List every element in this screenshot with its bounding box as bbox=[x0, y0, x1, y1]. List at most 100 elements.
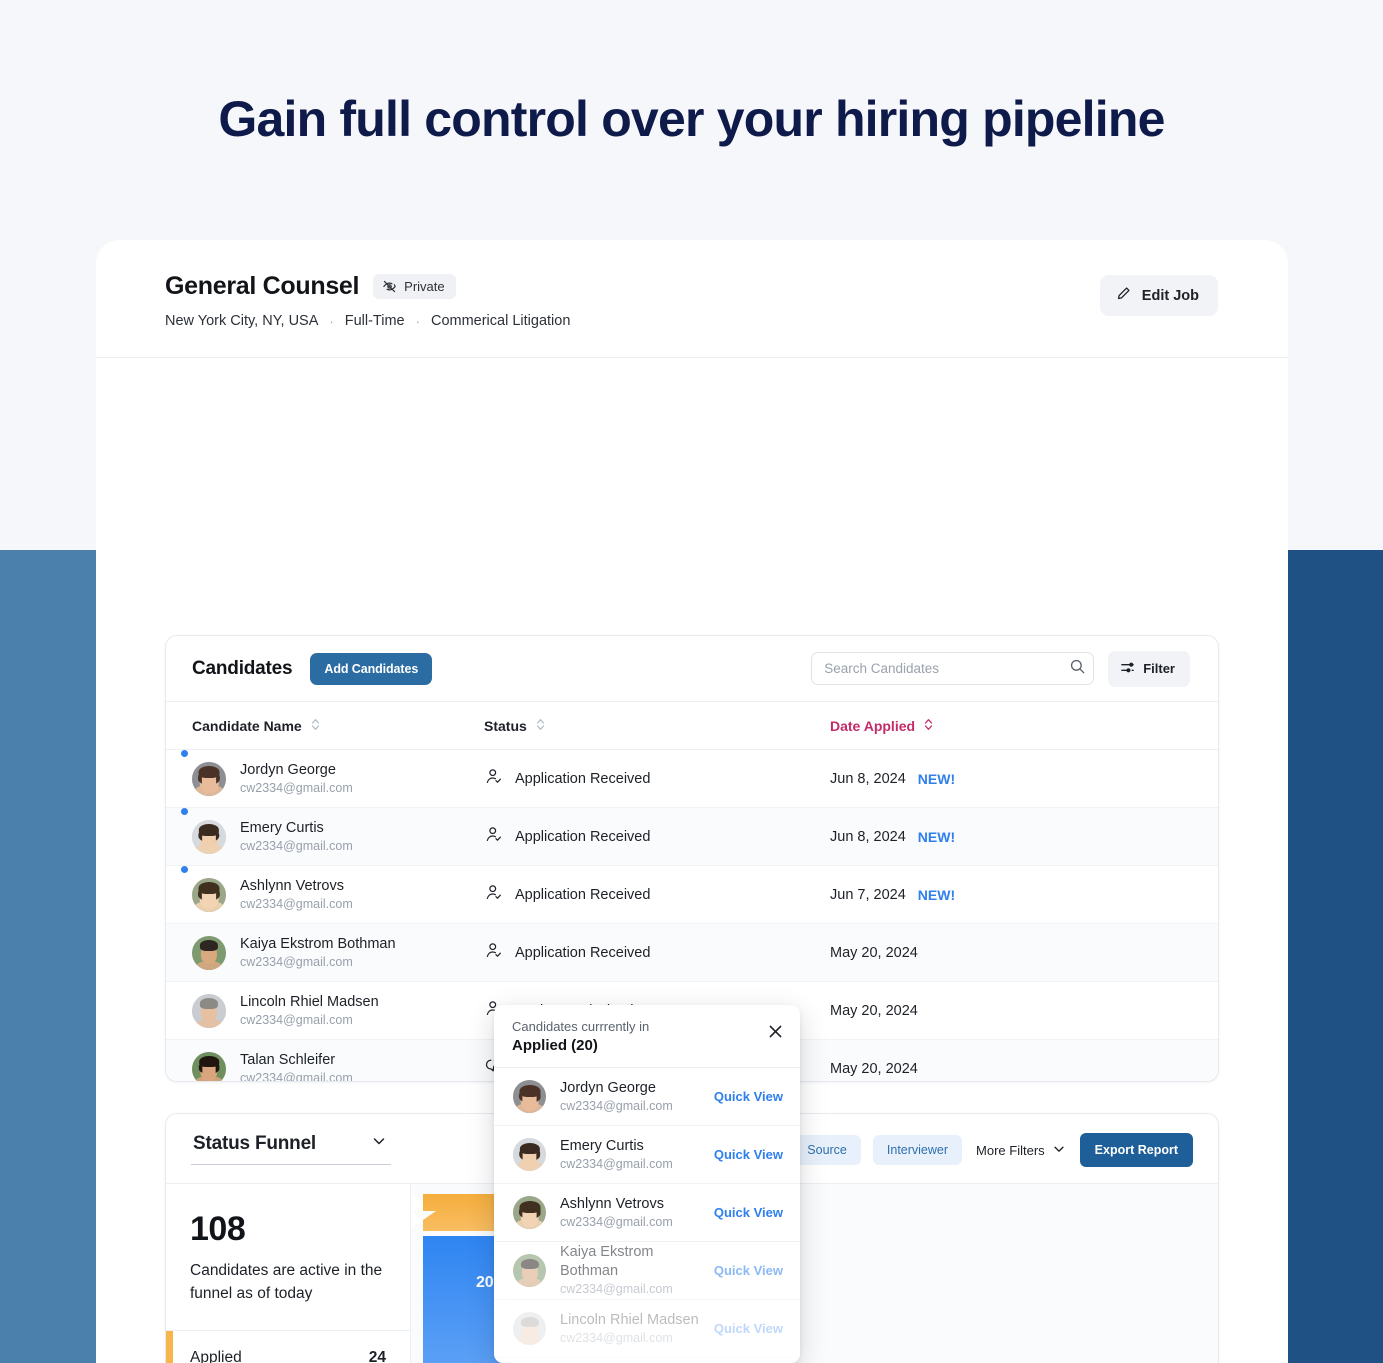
cell-candidate-name[interactable]: Jordyn George cw2334@gmail.com bbox=[166, 749, 484, 808]
close-icon[interactable] bbox=[767, 1023, 784, 1040]
candidate-name: Ashlynn Vetrovs bbox=[560, 1195, 664, 1212]
date-applied-value: May 20, 2024 bbox=[830, 1002, 918, 1019]
privacy-badge: Private bbox=[373, 274, 456, 299]
funnel-stage[interactable]: Applied 24 Submitted 100% 24 bbox=[166, 1330, 410, 1363]
avatar-image bbox=[192, 877, 226, 912]
quick-view-button[interactable]: Quick View bbox=[714, 1089, 783, 1104]
search-candidates-input[interactable] bbox=[811, 652, 1095, 685]
stage-candidates-popover: Candidates currrently in Applied (20) Jo… bbox=[494, 1005, 800, 1363]
cell-candidate-name[interactable]: Emery Curtis cw2334@gmail.com bbox=[166, 807, 484, 866]
column-header-candidate-name[interactable]: Candidate Name bbox=[166, 702, 484, 750]
candidate-email: cw2334@gmail.com bbox=[240, 896, 353, 911]
candidate-name: Lincoln Rhiel Madsen bbox=[240, 993, 379, 1010]
date-applied-value: Jun 7, 2024 bbox=[830, 886, 906, 903]
avatar bbox=[192, 935, 226, 970]
pencil-icon bbox=[1116, 286, 1131, 305]
popover-title: Applied (20) bbox=[512, 1037, 598, 1054]
status-label: Application Received bbox=[515, 828, 651, 845]
list-item[interactable]: Ashlynn Vetrovs cw2334@gmail.com Quick V… bbox=[494, 1184, 800, 1242]
popover-header: Candidates currrently in Applied (20) bbox=[494, 1005, 800, 1068]
column-header-status[interactable]: Status bbox=[484, 702, 830, 750]
quick-view-button[interactable]: Quick View bbox=[714, 1205, 783, 1220]
date-applied-value: Jun 8, 2024 bbox=[830, 770, 906, 787]
list-item[interactable]: Kaiya Ekstrom Bothman cw2334@gmail.com Q… bbox=[494, 1242, 800, 1300]
filter-chip-source[interactable]: Source bbox=[793, 1135, 861, 1165]
avatar-image bbox=[513, 1312, 546, 1345]
avatar-image bbox=[513, 1080, 546, 1113]
quick-view-button[interactable]: Quick View bbox=[714, 1147, 783, 1162]
candidate-name: Kaiya Ekstrom Bothman bbox=[560, 1244, 654, 1279]
cell-candidate-name[interactable]: Ashlynn Vetrovs cw2334@gmail.com bbox=[166, 865, 484, 924]
quick-view-button[interactable]: Quick View bbox=[714, 1263, 783, 1278]
edit-job-button[interactable]: Edit Job bbox=[1099, 275, 1218, 316]
job-header: General Counsel Private New York City, N… bbox=[96, 240, 1288, 358]
page-title: Gain full control over your hiring pipel… bbox=[218, 91, 1165, 147]
cell-date-applied: May 20, 2024 bbox=[830, 1039, 1218, 1081]
cell-status: Application Received bbox=[484, 865, 830, 924]
privacy-badge-label: Private bbox=[404, 279, 445, 294]
unread-dot bbox=[181, 865, 188, 873]
candidate-email: cw2334@gmail.com bbox=[240, 1012, 353, 1027]
candidate-email: cw2334@gmail.com bbox=[560, 1330, 673, 1345]
candidate-name: Ashlynn Vetrovs bbox=[240, 877, 344, 894]
job-location: New York City, NY, USA bbox=[165, 313, 319, 329]
avatar-image bbox=[513, 1196, 546, 1229]
candidates-table-head: Candidate Name Status Date Applied bbox=[166, 702, 1218, 750]
candidates-toolbar: Candidates Add Candidates Filt bbox=[166, 636, 1218, 702]
date-applied-value: Jun 8, 2024 bbox=[830, 828, 906, 845]
avatar bbox=[513, 1080, 546, 1113]
active-candidates-description: Candidates are active in the funnel as o… bbox=[190, 1262, 383, 1303]
search-candidates-wrap bbox=[811, 652, 1095, 685]
candidates-title: Candidates bbox=[192, 657, 293, 679]
sort-icon[interactable] bbox=[924, 718, 933, 734]
avatar bbox=[513, 1138, 546, 1171]
avatar-image bbox=[513, 1138, 546, 1171]
export-report-button[interactable]: Export Report bbox=[1079, 1133, 1193, 1167]
avatar bbox=[513, 1196, 546, 1229]
avatar bbox=[513, 1312, 546, 1345]
table-row[interactable]: Emery Curtis cw2334@gmail.com Applicatio… bbox=[166, 807, 1218, 866]
background-band-left bbox=[0, 550, 96, 1363]
candidate-email: cw2334@gmail.com bbox=[240, 780, 353, 795]
cell-date-applied: Jun 8, 2024 NEW! bbox=[830, 807, 1218, 866]
candidate-email: cw2334@gmail.com bbox=[240, 954, 353, 969]
table-row[interactable]: Kaiya Ekstrom Bothman cw2334@gmail.com A… bbox=[166, 923, 1218, 982]
sort-icon[interactable] bbox=[536, 718, 545, 734]
avatar bbox=[192, 877, 226, 912]
avatar-image bbox=[513, 1254, 546, 1287]
avatar-image bbox=[192, 1051, 226, 1081]
report-type-select[interactable]: Status Funnel bbox=[191, 1133, 391, 1165]
cell-candidate-name[interactable]: Talan Schleifer cw2334@gmail.com bbox=[166, 1039, 484, 1082]
job-practice-area: Commerical Litigation bbox=[430, 313, 571, 329]
cell-candidate-name[interactable]: Lincoln Rhiel Madsen cw2334@gmail.com bbox=[166, 981, 484, 1040]
add-candidates-button[interactable]: Add Candidates bbox=[310, 652, 433, 685]
table-row[interactable]: Ashlynn Vetrovs cw2334@gmail.com Applica… bbox=[166, 865, 1218, 924]
filter-chip-interviewer[interactable]: Interviewer bbox=[872, 1135, 963, 1165]
status-label: Application Received bbox=[515, 770, 651, 787]
candidate-email: cw2334@gmail.com bbox=[560, 1281, 673, 1296]
funnel-stage-list: 108 Candidates are active in the funnel … bbox=[166, 1183, 411, 1363]
filter-button[interactable]: Filter bbox=[1108, 650, 1190, 687]
list-item[interactable]: Lincoln Rhiel Madsen cw2334@gmail.com Qu… bbox=[494, 1300, 800, 1358]
meta-separator-1: · bbox=[329, 313, 334, 329]
more-filters-dropdown[interactable]: More Filters bbox=[976, 1142, 1066, 1159]
active-candidates-count: 108 bbox=[190, 1210, 246, 1248]
column-header-date-applied[interactable]: Date Applied bbox=[830, 702, 1218, 750]
avatar bbox=[192, 1051, 226, 1081]
table-row[interactable]: Jordyn George cw2334@gmail.com Applicati… bbox=[166, 749, 1218, 808]
cell-candidate-name[interactable]: Kaiya Ekstrom Bothman cw2334@gmail.com bbox=[166, 923, 484, 982]
new-badge: NEW! bbox=[917, 886, 956, 903]
cell-status: Application Received bbox=[484, 807, 830, 866]
search-icon[interactable] bbox=[1069, 658, 1086, 675]
list-item[interactable]: Jordyn George cw2334@gmail.com Quick Vie… bbox=[494, 1068, 800, 1126]
candidate-email: cw2334@gmail.com bbox=[240, 1070, 353, 1082]
list-item[interactable]: Emery Curtis cw2334@gmail.com Quick View bbox=[494, 1126, 800, 1184]
cell-date-applied: May 20, 2024 bbox=[830, 923, 1218, 982]
chevron-down-icon bbox=[1052, 1142, 1066, 1159]
cell-status: Application Received bbox=[484, 749, 830, 808]
sort-icon[interactable] bbox=[311, 718, 320, 734]
quick-view-button[interactable]: Quick View bbox=[714, 1321, 783, 1336]
job-employment-type: Full-Time bbox=[344, 313, 405, 329]
candidate-name: Kaiya Ekstrom Bothman bbox=[240, 935, 396, 952]
candidate-email: cw2334@gmail.com bbox=[560, 1098, 673, 1113]
